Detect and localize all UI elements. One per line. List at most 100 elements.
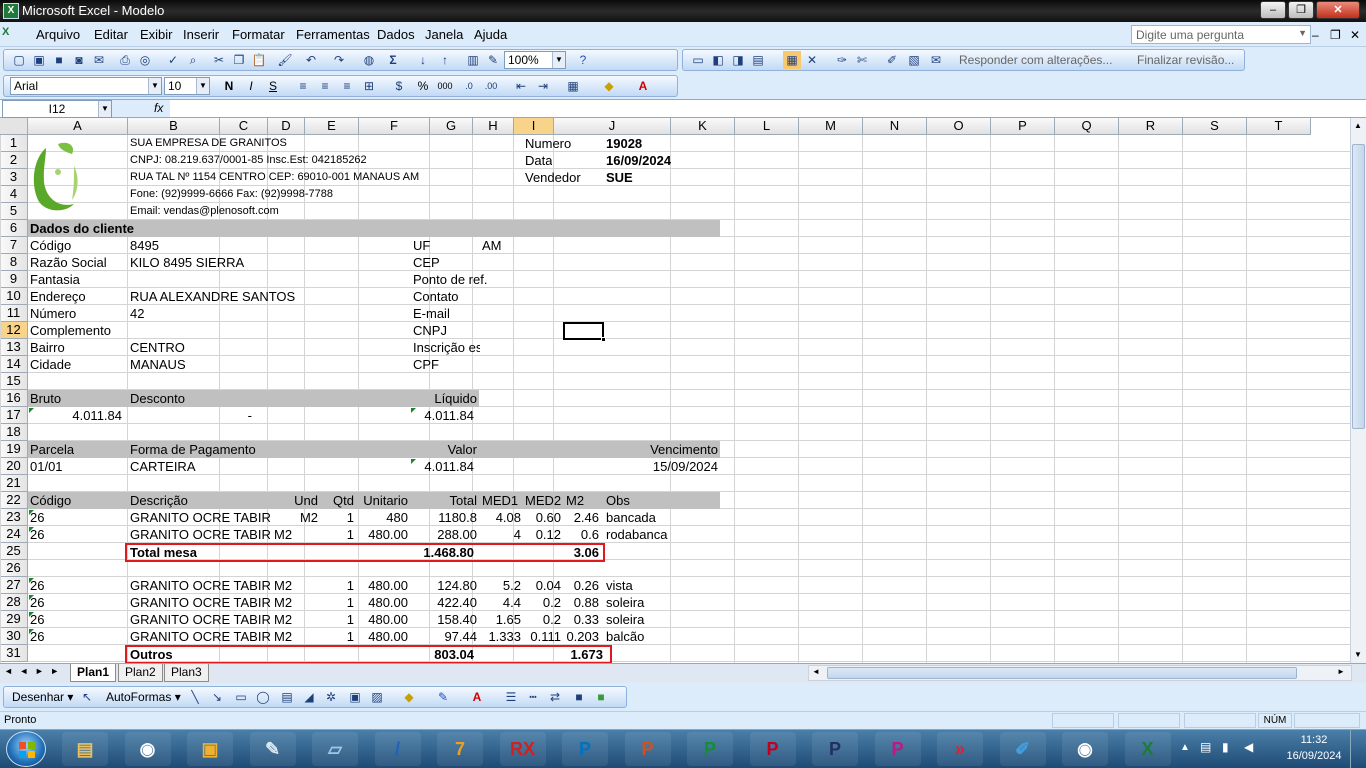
vertical-scrollbar[interactable]: ▲ ▼ [1350,118,1366,663]
row-header-14[interactable]: 14 [0,356,28,373]
column-header-g[interactable]: G [430,118,473,135]
column-header-b[interactable]: B [128,118,220,135]
column-header-k[interactable]: K [671,118,735,135]
column-header-e[interactable]: E [305,118,359,135]
autoformas-menu[interactable]: AutoFormas ▾ [106,690,181,704]
volume-icon[interactable]: ◀ [1244,740,1253,754]
new-icon[interactable]: ▢ [10,51,28,69]
column-header-f[interactable]: F [359,118,430,135]
update-file-icon[interactable]: ▧ [905,51,923,69]
column-header-a[interactable]: A [28,118,128,135]
send-icon[interactable]: ✉ [927,51,945,69]
row-header-21[interactable]: 21 [0,475,28,492]
chart-wizard-icon[interactable]: ▥ [464,51,482,69]
save-icon[interactable]: ■ [50,51,68,69]
doc-restore-button[interactable]: ❐ [1330,28,1341,42]
show-all-comments-icon[interactable]: ▦ [783,51,801,69]
thousands-button[interactable]: 000 [436,77,454,95]
fill-color-icon[interactable]: ◆ [400,688,418,706]
close-button[interactable]: ✕ [1316,1,1360,19]
row-header-7[interactable]: 7 [0,237,28,254]
row-header-19[interactable]: 19 [0,441,28,458]
column-header-o[interactable]: O [927,118,991,135]
select-objects-icon[interactable]: ↖ [78,688,96,706]
menu-inserir[interactable]: Inserir [183,27,219,42]
copy-icon[interactable]: ❐ [230,51,248,69]
sheet-tab-plan3[interactable]: Plan3 [164,664,209,682]
column-header-d[interactable]: D [268,118,305,135]
arrow-style-icon[interactable]: ⇄ [546,688,564,706]
spelling-icon[interactable]: ✓ [164,51,182,69]
autosum-icon[interactable]: Σ [384,51,402,69]
column-header-j[interactable]: J [554,118,671,135]
restore-button[interactable]: ❐ [1288,1,1314,19]
sheet-tab-plan2[interactable]: Plan2 [118,664,163,682]
row-header-20[interactable]: 20 [0,458,28,475]
cut-icon[interactable]: ✂ [210,51,228,69]
column-header-n[interactable]: N [863,118,927,135]
print-icon[interactable]: ⎙ [116,51,134,69]
next-comment-icon[interactable]: ◨ [729,51,747,69]
app-7-icon[interactable]: 7 [437,732,483,766]
doc-close-button[interactable]: ✕ [1350,28,1360,42]
increase-indent-icon[interactable]: ⇥ [534,77,552,95]
zoom-select[interactable]: 100% ▼ [504,51,566,69]
app-p-icon[interactable]: P [562,732,608,766]
line-icon[interactable]: ╲ [186,688,204,706]
select-all-corner[interactable] [0,118,28,135]
row-header-1[interactable]: 1 [0,135,28,152]
paste-icon[interactable]: 📋 [250,51,268,69]
clock-date[interactable]: 16/09/2024 [1284,750,1344,762]
row-header-3[interactable]: 3 [0,169,28,186]
insert-function-button[interactable]: fx [154,101,163,115]
explorer-icon[interactable]: ▤ [62,732,108,766]
line-style-icon[interactable]: ☰ [502,688,520,706]
font-color-icon[interactable]: A [634,77,652,95]
undo-icon[interactable]: ↶ [302,51,320,69]
start-button[interactable] [6,731,46,767]
row-header-27[interactable]: 27 [0,577,28,594]
row-header-9[interactable]: 9 [0,271,28,288]
track-changes-icon[interactable]: ✐ [883,51,901,69]
menu-ferramentas[interactable]: Ferramentas [296,27,370,42]
rx-icon[interactable]: RX [499,732,546,766]
column-header-t[interactable]: T [1247,118,1311,135]
align-center-icon[interactable]: ≡ [316,77,334,95]
column-header-p[interactable]: P [991,118,1055,135]
bold-button[interactable]: N [220,77,238,95]
borders-icon[interactable]: ▦ [564,77,582,95]
row-header-8[interactable]: 8 [0,254,28,271]
row-header-23[interactable]: 23 [0,509,28,526]
scroll-right-icon[interactable]: ► [1337,667,1345,676]
row-header-11[interactable]: 11 [0,305,28,322]
column-header-s[interactable]: S [1183,118,1247,135]
sheet-nav-buttons[interactable]: ◄ ◄ ► ► [4,666,61,676]
redo-icon[interactable]: ↷ [330,51,348,69]
row-header-4[interactable]: 4 [0,186,28,203]
row-header-31[interactable]: 31 [0,645,28,662]
column-header-h[interactable]: H [473,118,514,135]
sort-asc-icon[interactable]: ↓ [414,51,432,69]
row-header-29[interactable]: 29 [0,611,28,628]
font-size-select[interactable]: 10 ▼ [164,77,210,95]
end-review-button[interactable]: Finalizar revisão... [1137,53,1234,67]
3d-icon[interactable]: ■ [592,688,610,706]
align-left-icon[interactable]: ≡ [294,77,312,95]
delete-ink-icon[interactable]: ✄ [853,51,871,69]
column-header-r[interactable]: R [1119,118,1183,135]
chevron-down-icon[interactable]: ▼ [148,78,161,94]
delete-comment-icon[interactable]: ✕ [803,51,821,69]
font-select[interactable]: Arial ▼ [10,77,162,95]
excel-icon[interactable]: X [1124,732,1171,766]
document-icon[interactable]: X [2,26,28,44]
research-icon[interactable]: ⌕ [184,51,202,69]
column-header-q[interactable]: Q [1055,118,1119,135]
desenhar-menu[interactable]: Desenhar ▾ [12,690,73,704]
app-arrow-icon[interactable]: » [937,732,983,766]
chevron-down-icon[interactable]: ▼ [1298,28,1307,38]
shadow-icon[interactable]: ■ [570,688,588,706]
wordart-icon[interactable]: ◢ [300,688,318,706]
column-header-m[interactable]: M [799,118,863,135]
email-icon[interactable]: ✉ [90,51,108,69]
row-header-28[interactable]: 28 [0,594,28,611]
